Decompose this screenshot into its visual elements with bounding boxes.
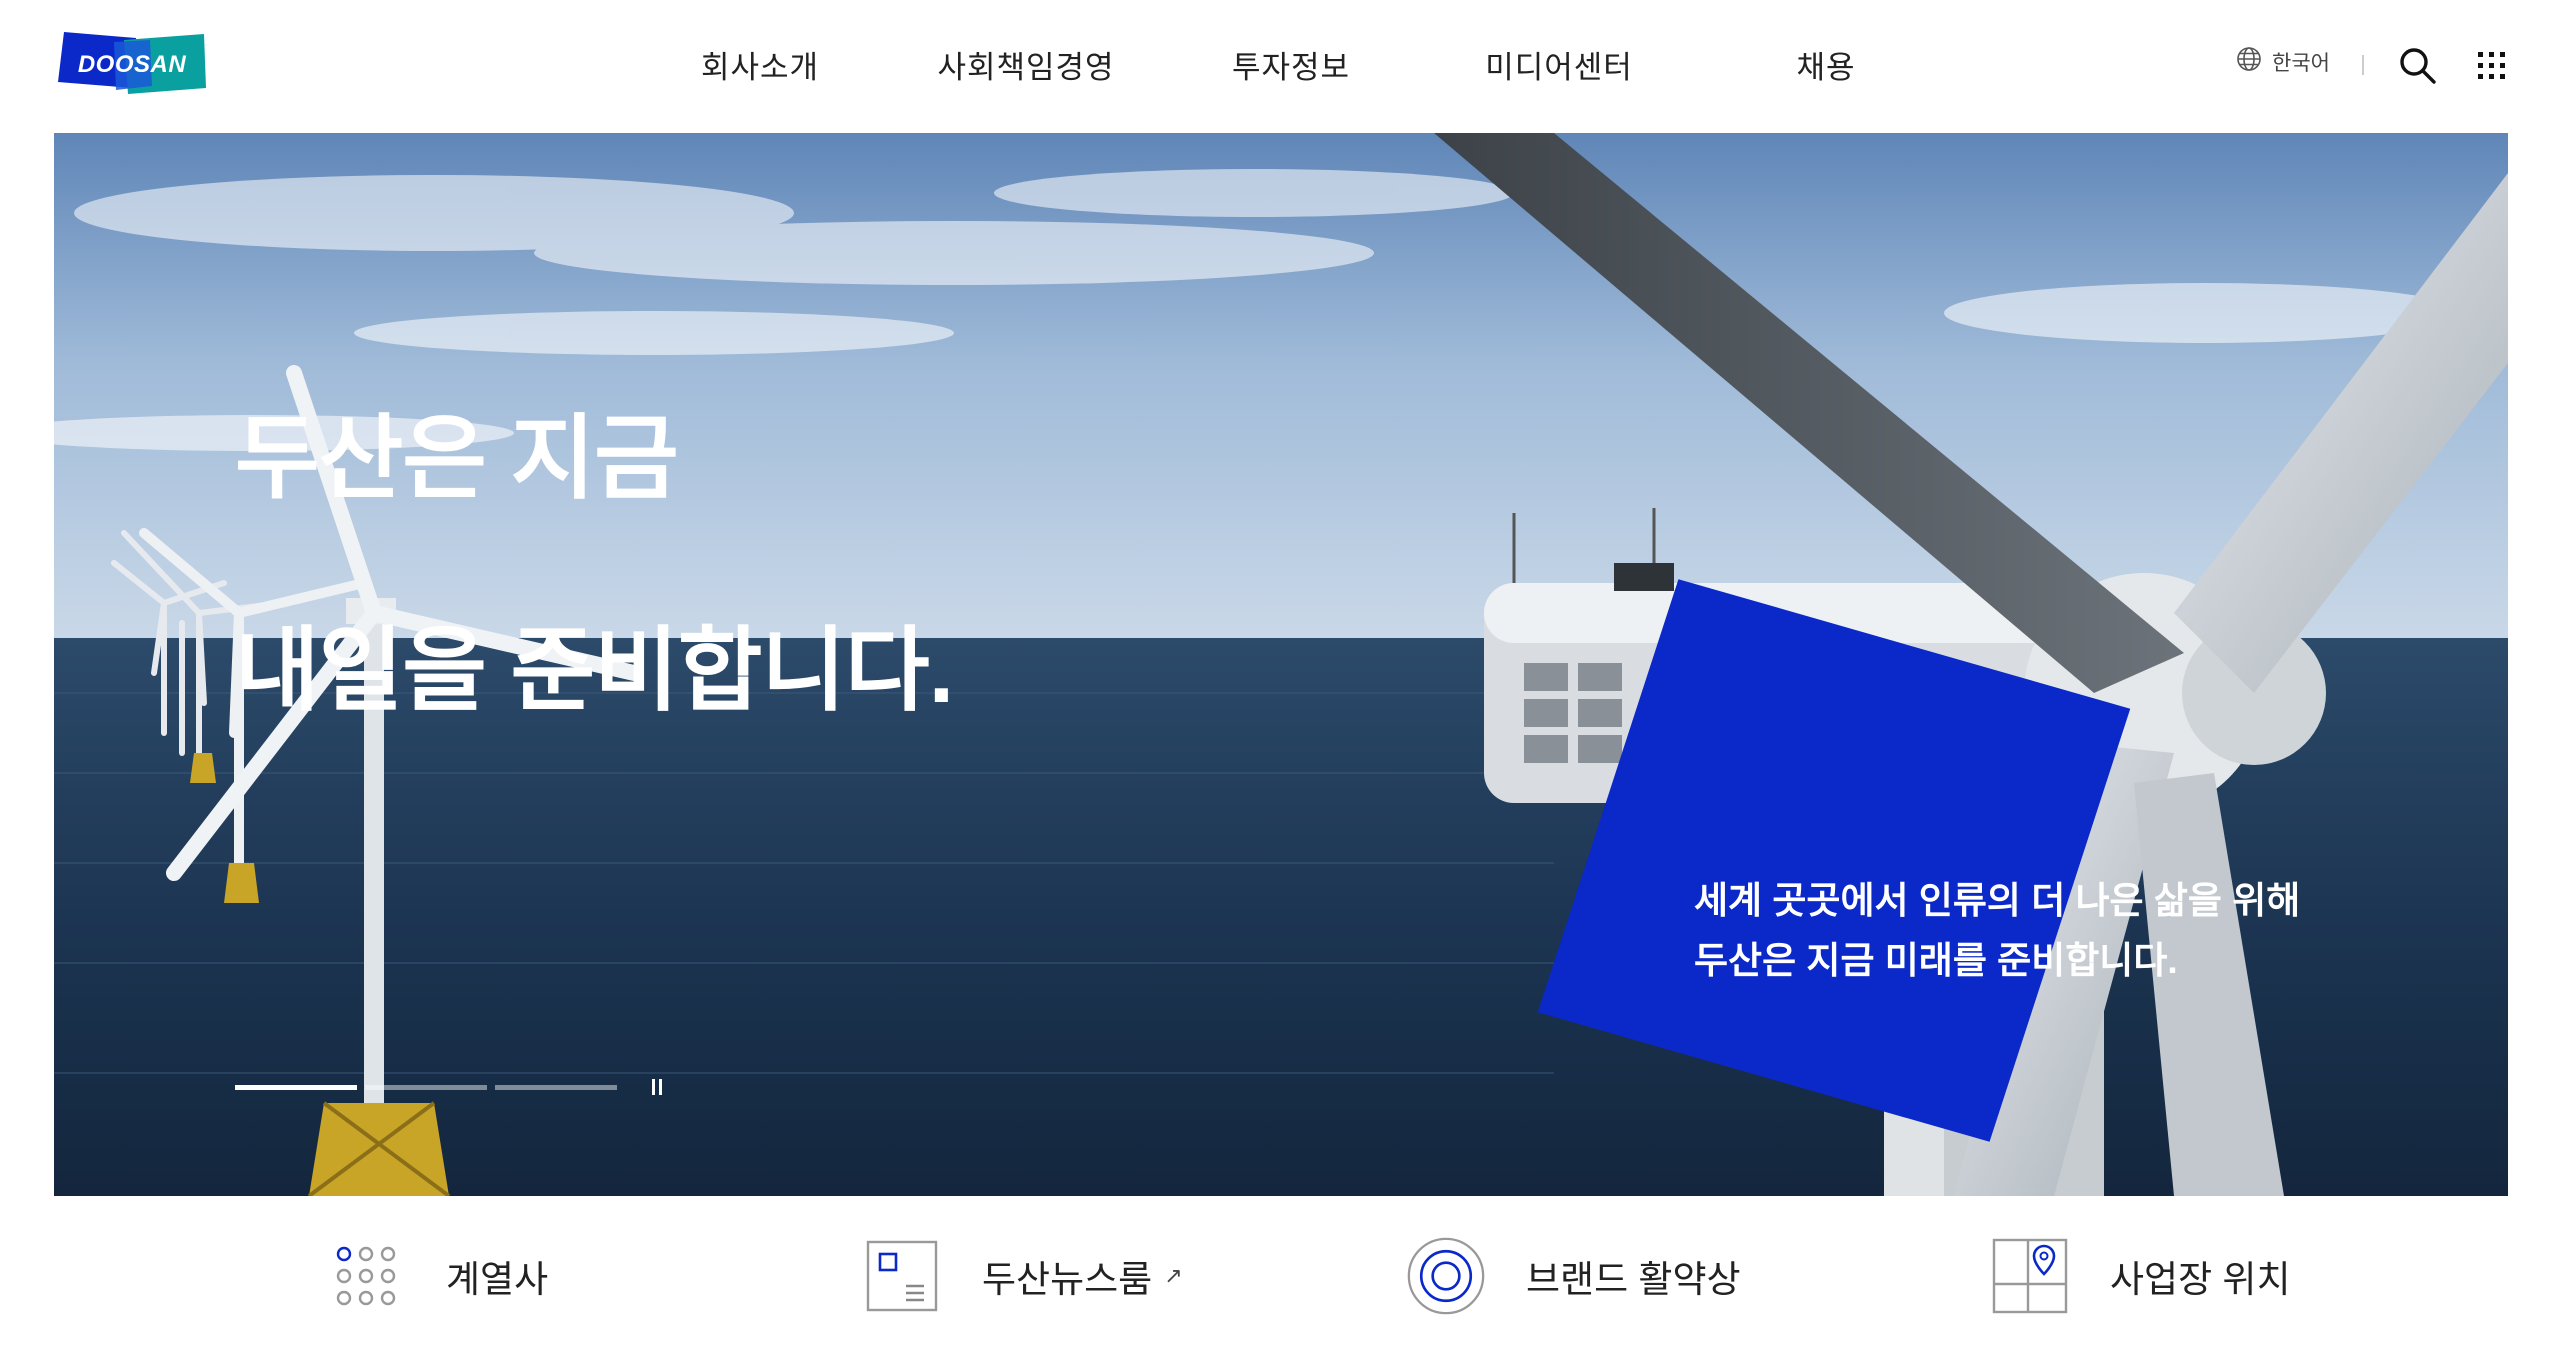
quick-link-newsroom[interactable]: 두산뉴스룸 ↗ [862, 1236, 1183, 1316]
slide-indicator-fill [235, 1085, 357, 1090]
nav-item-company[interactable]: 회사소개 [701, 42, 819, 87]
language-selector[interactable]: 한국어 [2236, 46, 2330, 77]
hero-banner: 두산은 지금 내일을 준비합니다. 세계 곳곳에서 인류의 더 나은 삶을 위해… [54, 133, 2508, 1196]
slide-pause-button[interactable] [652, 1079, 672, 1097]
quick-link-brand[interactable]: 브랜드 활약상 [1406, 1236, 1741, 1316]
hero-subtitle-line-2: 두산은 지금 미래를 준비합니다. [1694, 940, 2178, 981]
all-menu-button[interactable] [2476, 50, 2508, 82]
newsroom-icon [862, 1236, 942, 1316]
quick-link-locations[interactable]: 사업장 위치 [1990, 1236, 2290, 1316]
nav-item-investors[interactable]: 투자정보 [1232, 42, 1350, 87]
quick-link-label: 사업장 위치 [2110, 1259, 2291, 1300]
slide-indicator-1[interactable] [235, 1085, 357, 1090]
quick-link-label: 계열사 [446, 1259, 549, 1300]
slide-progress [235, 1085, 617, 1090]
grid-menu-icon [2476, 52, 2508, 86]
site-header: DOOSAN 회사소개 사회책임경영 투자정보 미디어센터 채용 한국어 [0, 0, 2561, 133]
nav-item-media[interactable]: 미디어센터 [1485, 42, 1633, 87]
hero-title: 두산은 지금 내일을 준비합니다. [235, 300, 954, 830]
globe-icon [2236, 46, 2262, 77]
external-link-icon: ↗ [1164, 1263, 1183, 1288]
search-button[interactable] [2398, 46, 2438, 86]
nav-item-csr[interactable]: 사회책임경영 [937, 42, 1114, 87]
hero-title-line-1: 두산은 지금 [235, 408, 679, 510]
quick-link-label: 브랜드 활약상 [1526, 1259, 1741, 1300]
slide-indicator-2[interactable] [365, 1085, 487, 1090]
pause-icon [652, 1079, 666, 1099]
main-nav: 회사소개 사회책임경영 투자정보 미디어센터 채용 [0, 0, 2561, 133]
hero-subtitle: 세계 곳곳에서 인류의 더 나은 삶을 위해 두산은 지금 미래를 준비합니다. [1694, 871, 2300, 991]
affiliates-dots-icon [326, 1236, 406, 1316]
brand-target-icon [1406, 1236, 1486, 1316]
search-icon [2398, 48, 2438, 90]
hero-subtitle-line-1: 세계 곳곳에서 인류의 더 나은 삶을 위해 [1694, 880, 2301, 921]
nav-item-careers[interactable]: 채용 [1796, 42, 1855, 87]
language-label: 한국어 [2272, 51, 2330, 75]
utility-divider [2362, 55, 2364, 75]
slide-indicator-3[interactable] [495, 1085, 617, 1090]
quick-links: 계열사 두산뉴스룸 ↗ 브랜드 활약상 사업장 위치 [0, 1196, 2561, 1361]
hero-title-line-2: 내일을 준비합니다. [235, 620, 954, 722]
map-pin-icon [1990, 1236, 2070, 1316]
quick-link-label: 두산뉴스룸 [982, 1259, 1153, 1300]
quick-link-affiliates[interactable]: 계열사 [326, 1236, 548, 1316]
